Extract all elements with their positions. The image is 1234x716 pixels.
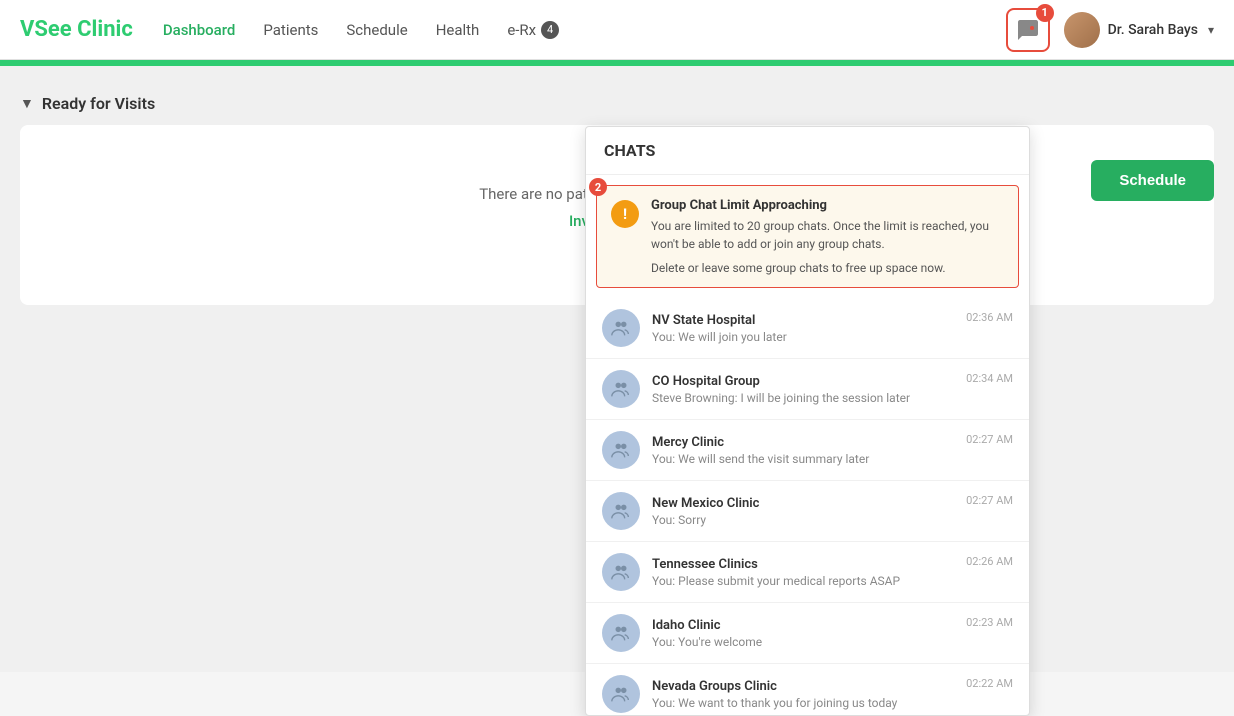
chat-info: Mercy Clinic You: We will send the visit…: [652, 435, 954, 466]
chat-time: 02:36 AM: [966, 311, 1013, 324]
chevron-down-icon: ▾: [1208, 23, 1214, 37]
chat-info: Idaho Clinic You: You're welcome: [652, 618, 954, 649]
schedule-button[interactable]: Schedule: [1091, 160, 1214, 201]
header: VSee Clinic Dashboard Patients Schedule …: [0, 0, 1234, 60]
main-nav: Dashboard Patients Schedule Health e-Rx …: [163, 21, 1006, 39]
chat-list: NV State Hospital You: We will join you …: [586, 298, 1029, 715]
chat-info: Tennessee Clinics You: Please submit you…: [652, 557, 954, 588]
avatar-image: [1064, 12, 1100, 48]
warning-action: Delete or leave some group chats to free…: [651, 261, 1004, 275]
chat-name: Nevada Groups Clinic: [652, 679, 954, 694]
chat-info: New Mexico Clinic You: Sorry: [652, 496, 954, 527]
erx-badge-count: 4: [541, 21, 559, 39]
warning-body: You are limited to 20 group chats. Once …: [651, 217, 1004, 253]
app-logo: VSee Clinic: [20, 17, 133, 42]
chat-avatar: [602, 431, 640, 469]
chat-preview: You: We want to thank you for joining us…: [652, 696, 954, 710]
chat-time: 02:34 AM: [966, 372, 1013, 385]
chat-name: New Mexico Clinic: [652, 496, 954, 511]
ready-for-visits-title: Ready for Visits: [42, 94, 155, 113]
chat-avatar: [602, 370, 640, 408]
green-accent-bar: [0, 60, 1234, 66]
ready-for-visits-header[interactable]: ▼ Ready for Visits: [20, 94, 1214, 113]
avatar: [1064, 12, 1100, 48]
chat-list-item[interactable]: CO Hospital Group Steve Browning: I will…: [586, 359, 1029, 420]
chat-avatar: [602, 309, 640, 347]
user-name: Dr. Sarah Bays: [1108, 22, 1198, 38]
chat-name: Mercy Clinic: [652, 435, 954, 450]
chat-avatar: [602, 553, 640, 591]
chat-info: Nevada Groups Clinic You: We want to tha…: [652, 679, 954, 710]
warning-number-badge: 2: [589, 178, 607, 196]
header-right: 1 Dr. Sarah Bays ▾: [1006, 8, 1214, 52]
chat-list-item[interactable]: Tennessee Clinics You: Please submit you…: [586, 542, 1029, 603]
nav-health[interactable]: Health: [436, 21, 480, 39]
chat-info: CO Hospital Group Steve Browning: I will…: [652, 374, 954, 405]
chat-time: 02:26 AM: [966, 555, 1013, 568]
chat-list-item[interactable]: Idaho Clinic You: You're welcome 02:23 A…: [586, 603, 1029, 664]
schedule-button-area: Schedule: [1091, 160, 1214, 201]
chat-list-item[interactable]: New Mexico Clinic You: Sorry 02:27 AM: [586, 481, 1029, 542]
chat-preview: You: Please submit your medical reports …: [652, 574, 954, 588]
chat-preview: You: You're welcome: [652, 635, 954, 649]
chat-list-item[interactable]: NV State Hospital You: We will join you …: [586, 298, 1029, 359]
chats-scroll-area[interactable]: 2 ! Group Chat Limit Approaching You are…: [586, 175, 1029, 715]
chat-avatar: [602, 675, 640, 713]
chats-panel: CHATS 2 ! Group Chat Limit Approaching Y…: [585, 126, 1030, 716]
chat-name: Tennessee Clinics: [652, 557, 954, 572]
nav-patients[interactable]: Patients: [263, 21, 318, 39]
chat-name: Idaho Clinic: [652, 618, 954, 633]
chats-title: CHATS: [604, 141, 655, 160]
chat-preview: You: We will join you later: [652, 330, 954, 344]
notification-dot: 1: [1036, 4, 1054, 22]
nav-schedule[interactable]: Schedule: [346, 21, 407, 39]
chat-preview: You: Sorry: [652, 513, 954, 527]
chat-preview: You: We will send the visit summary late…: [652, 452, 954, 466]
main-content: ▼ Ready for Visits There are no patients…: [0, 60, 1234, 672]
chats-header: CHATS: [586, 127, 1029, 175]
warning-banner: 2 ! Group Chat Limit Approaching You are…: [596, 185, 1019, 288]
user-menu[interactable]: Dr. Sarah Bays ▾: [1064, 12, 1214, 48]
warning-title: Group Chat Limit Approaching: [651, 198, 1004, 213]
warning-content: Group Chat Limit Approaching You are lim…: [651, 198, 1004, 275]
chat-avatar: [602, 614, 640, 652]
nav-erx[interactable]: e-Rx 4: [507, 21, 559, 39]
chat-info: NV State Hospital You: We will join you …: [652, 313, 954, 344]
nav-dashboard[interactable]: Dashboard: [163, 21, 236, 39]
chat-avatar: [602, 492, 640, 530]
chat-name: NV State Hospital: [652, 313, 954, 328]
chat-time: 02:27 AM: [966, 494, 1013, 507]
chat-time: 02:23 AM: [966, 616, 1013, 629]
chat-time: 02:27 AM: [966, 433, 1013, 446]
warning-exclamation-icon: !: [611, 200, 639, 228]
chat-preview: Steve Browning: I will be joining the se…: [652, 391, 954, 405]
chat-icon-button[interactable]: 1: [1006, 8, 1050, 52]
chat-time: 02:22 AM: [966, 677, 1013, 690]
chat-bubble-icon: [1016, 18, 1040, 42]
collapse-arrow-icon: ▼: [20, 95, 34, 112]
chat-list-item[interactable]: Mercy Clinic You: We will send the visit…: [586, 420, 1029, 481]
chat-name: CO Hospital Group: [652, 374, 954, 389]
